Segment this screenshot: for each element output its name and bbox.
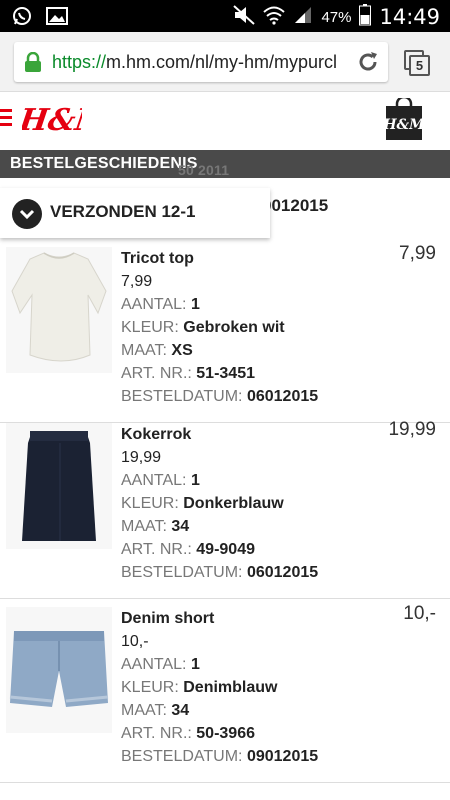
battery-icon: [359, 4, 372, 30]
status-bar: 47% 14:49: [0, 0, 450, 32]
lock-icon: [24, 51, 42, 77]
product-image-skirt: [6, 423, 112, 549]
article-number-value: 51-3451: [196, 365, 255, 382]
url-text[interactable]: https://m.hm.com/nl/my-hm/mypurcl: [52, 52, 337, 73]
size-label: MAAT:: [121, 342, 167, 359]
product-image-top: [6, 247, 112, 373]
unit-price: 7,99: [121, 273, 153, 290]
hm-logo-text: H&M: [22, 103, 82, 138]
color-label: KLEUR:: [121, 319, 179, 336]
order-number: 0012015: [262, 196, 329, 215]
order-item-tricot-top[interactable]: Tricot top 7,99 AANTAL: 1 KLEUR: Gebroke…: [0, 239, 450, 423]
quantity-label: AANTAL:: [121, 472, 187, 489]
color-value: Denimblauw: [183, 679, 278, 696]
color-label: KLEUR:: [121, 495, 179, 512]
order-date-label: BESTELDATUM:: [121, 748, 243, 765]
quantity-label: AANTAL:: [121, 296, 187, 313]
chevron-down-icon: [12, 199, 42, 229]
order-date-value: 09012015: [246, 748, 319, 765]
tab-count: 5: [409, 55, 430, 76]
reload-icon[interactable]: [356, 50, 380, 79]
size-value: 34: [171, 702, 190, 719]
url-path: m.hm.com/nl/my-hm/mypurcl: [106, 52, 338, 72]
unit-price: 19,99: [121, 449, 162, 466]
size-label: MAAT:: [121, 702, 167, 719]
order-history-header: BESTELGESCHIEDENIS 50 2011: [0, 150, 450, 178]
article-number-label: ART. NR.:: [121, 725, 192, 742]
article-number-value: 49-9049: [196, 541, 255, 558]
quantity-value: 1: [190, 296, 200, 313]
quantity-value: 1: [190, 472, 200, 489]
shipment-status-label: VERZONDEN 12-1: [50, 202, 196, 221]
hm-logo[interactable]: H&M: [16, 98, 112, 143]
gallery-icon: [46, 6, 68, 31]
order-date-label: BESTELDATUM:: [121, 564, 243, 581]
clock: 14:49: [379, 5, 440, 29]
tab-switcher-button[interactable]: 5: [404, 50, 430, 76]
order-date-value: 06012015: [246, 388, 319, 405]
order-item-denim-short[interactable]: Denim short 10,- AANTAL: 1 KLEUR: Denimb…: [0, 599, 450, 783]
order-date-value: 06012015: [246, 564, 319, 581]
site-header: H&M H&M: [0, 92, 450, 150]
article-number-value: 50-3966: [196, 725, 255, 742]
menu-icon[interactable]: [0, 109, 14, 127]
whatsapp-icon: [12, 6, 32, 31]
size-value: XS: [171, 342, 193, 359]
product-name[interactable]: Kokerrok: [121, 423, 381, 446]
size-value: 34: [171, 518, 190, 535]
article-number-label: ART. NR.:: [121, 541, 192, 558]
quantity-value: 1: [190, 656, 200, 673]
section-title: BESTELGESCHIEDENIS: [10, 155, 198, 172]
size-label: MAAT:: [121, 518, 167, 535]
mute-icon: [233, 5, 256, 29]
product-image-shorts: [6, 607, 112, 733]
quantity-label: AANTAL:: [121, 656, 187, 673]
battery-percentage: 47%: [321, 8, 352, 26]
shopping-bag-icon[interactable]: H&M: [382, 95, 425, 147]
color-value: Donkerblauw: [183, 495, 284, 512]
line-total: 7,99: [399, 243, 436, 264]
product-name[interactable]: Denim short: [121, 607, 381, 630]
color-value: Gebroken wit: [183, 319, 285, 336]
product-name[interactable]: Tricot top: [121, 247, 381, 270]
wifi-icon: [263, 5, 286, 29]
order-item-kokerrok[interactable]: Kokerrok 19,99 AANTAL: 1 KLEUR: Donkerbl…: [0, 415, 450, 599]
address-bar[interactable]: https://m.hm.com/nl/my-hm/mypurcl: [14, 42, 388, 82]
line-total: 19,99: [388, 419, 436, 440]
section-underlay-text: 50 2011: [178, 162, 230, 178]
unit-price: 10,-: [121, 633, 149, 650]
color-label: KLEUR:: [121, 679, 179, 696]
bag-logo-text: H&M: [384, 117, 424, 133]
line-total: 10,-: [403, 603, 436, 624]
signal-icon: [293, 5, 313, 29]
order-date-label: BESTELDATUM:: [121, 388, 243, 405]
shipment-status-dropdown[interactable]: VERZONDEN 12-1: [0, 188, 270, 238]
browser-toolbar: https://m.hm.com/nl/my-hm/mypurcl 5: [0, 32, 450, 92]
article-number-label: ART. NR.:: [121, 365, 192, 382]
url-scheme: https://: [52, 52, 107, 72]
